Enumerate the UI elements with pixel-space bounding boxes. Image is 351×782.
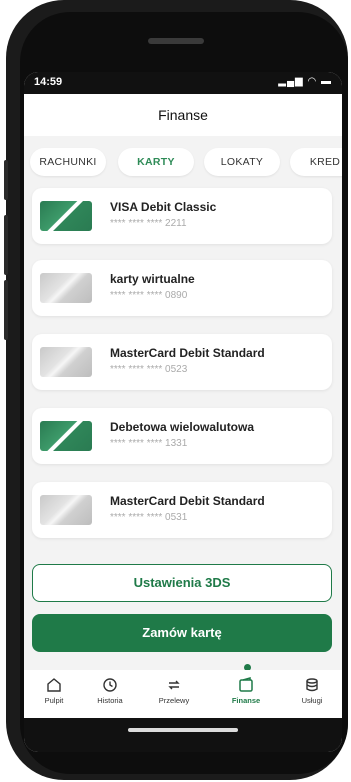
volume-down-button <box>4 215 8 275</box>
gray-card-icon <box>40 347 92 377</box>
card-number: **** **** **** 0523 <box>110 364 188 375</box>
finance-icon <box>216 676 276 694</box>
nav-label: Pulpit <box>44 696 64 705</box>
history-icon <box>80 676 140 694</box>
finance-tabs: RACHUNKI KARTY LOKATY KRED <box>24 142 342 182</box>
card-item[interactable]: MasterCard Debit Standard **** **** ****… <box>32 482 332 538</box>
gray-card-icon <box>40 495 92 525</box>
services-icon <box>282 676 342 694</box>
green-card-icon <box>40 201 92 231</box>
card-name: VISA Debit Classic <box>110 200 217 214</box>
nav-label: Historia <box>97 696 123 705</box>
settings-3ds-button[interactable]: Ustawienia 3DS <box>32 564 332 602</box>
nav-label: Usługi <box>301 696 323 705</box>
nav-item-historia[interactable]: Historia <box>80 676 140 705</box>
tab-lokaty[interactable]: LOKATY <box>204 148 280 176</box>
status-icons: ▂▄▆ ◠ ▬ <box>278 76 332 87</box>
bottom-nav: Pulpit Historia Przelewy Finanse Usługi <box>24 670 342 718</box>
card-number: **** **** **** 0531 <box>110 512 188 523</box>
green-card-icon <box>40 421 92 451</box>
card-number: **** **** **** 0890 <box>110 290 188 301</box>
card-name: karty wirtualne <box>110 272 195 286</box>
card-name: Debetowa wielowalutowa <box>110 420 255 434</box>
page-title: Finanse <box>24 94 342 136</box>
status-bar: 14:59 ▂▄▆ ◠ ▬ <box>24 72 342 94</box>
card-name: MasterCard Debit Standard <box>110 494 265 508</box>
card-item[interactable]: MasterCard Debit Standard **** **** ****… <box>32 334 332 390</box>
home-indicator[interactable] <box>128 728 238 732</box>
nav-item-uslugi[interactable]: Usługi <box>282 676 342 705</box>
app-screen: 14:59 ▂▄▆ ◠ ▬ Finanse RACHUNKI KARTY LOK… <box>24 72 342 752</box>
nav-label: Przelewy <box>158 696 190 705</box>
tab-karty[interactable]: KARTY <box>118 148 194 176</box>
tab-rachunki[interactable]: RACHUNKI <box>30 148 106 176</box>
phone-speaker <box>148 38 204 44</box>
card-number: **** **** **** 2211 <box>110 218 187 229</box>
home-indicator-area <box>24 718 342 752</box>
card-item[interactable]: VISA Debit Classic **** **** **** 2211 <box>32 188 332 244</box>
side-button <box>4 280 8 340</box>
card-item[interactable]: karty wirtualne **** **** **** 0890 <box>32 260 332 316</box>
tab-kredyty[interactable]: KRED <box>290 148 342 176</box>
transfer-icon <box>144 676 204 694</box>
nav-item-finanse[interactable]: Finanse <box>216 676 276 705</box>
nav-label: Finanse <box>231 696 261 705</box>
nav-item-przelewy[interactable]: Przelewy <box>144 676 204 705</box>
status-time: 14:59 <box>34 76 63 88</box>
volume-up-button <box>4 160 8 200</box>
home-icon <box>24 676 84 694</box>
gray-card-icon <box>40 273 92 303</box>
card-name: MasterCard Debit Standard <box>110 346 265 360</box>
order-card-button[interactable]: Zamów kartę <box>32 614 332 652</box>
nav-item-pulpit[interactable]: Pulpit <box>24 676 84 705</box>
card-item[interactable]: Debetowa wielowalutowa **** **** **** 13… <box>32 408 332 464</box>
card-number: **** **** **** 1331 <box>110 438 188 449</box>
